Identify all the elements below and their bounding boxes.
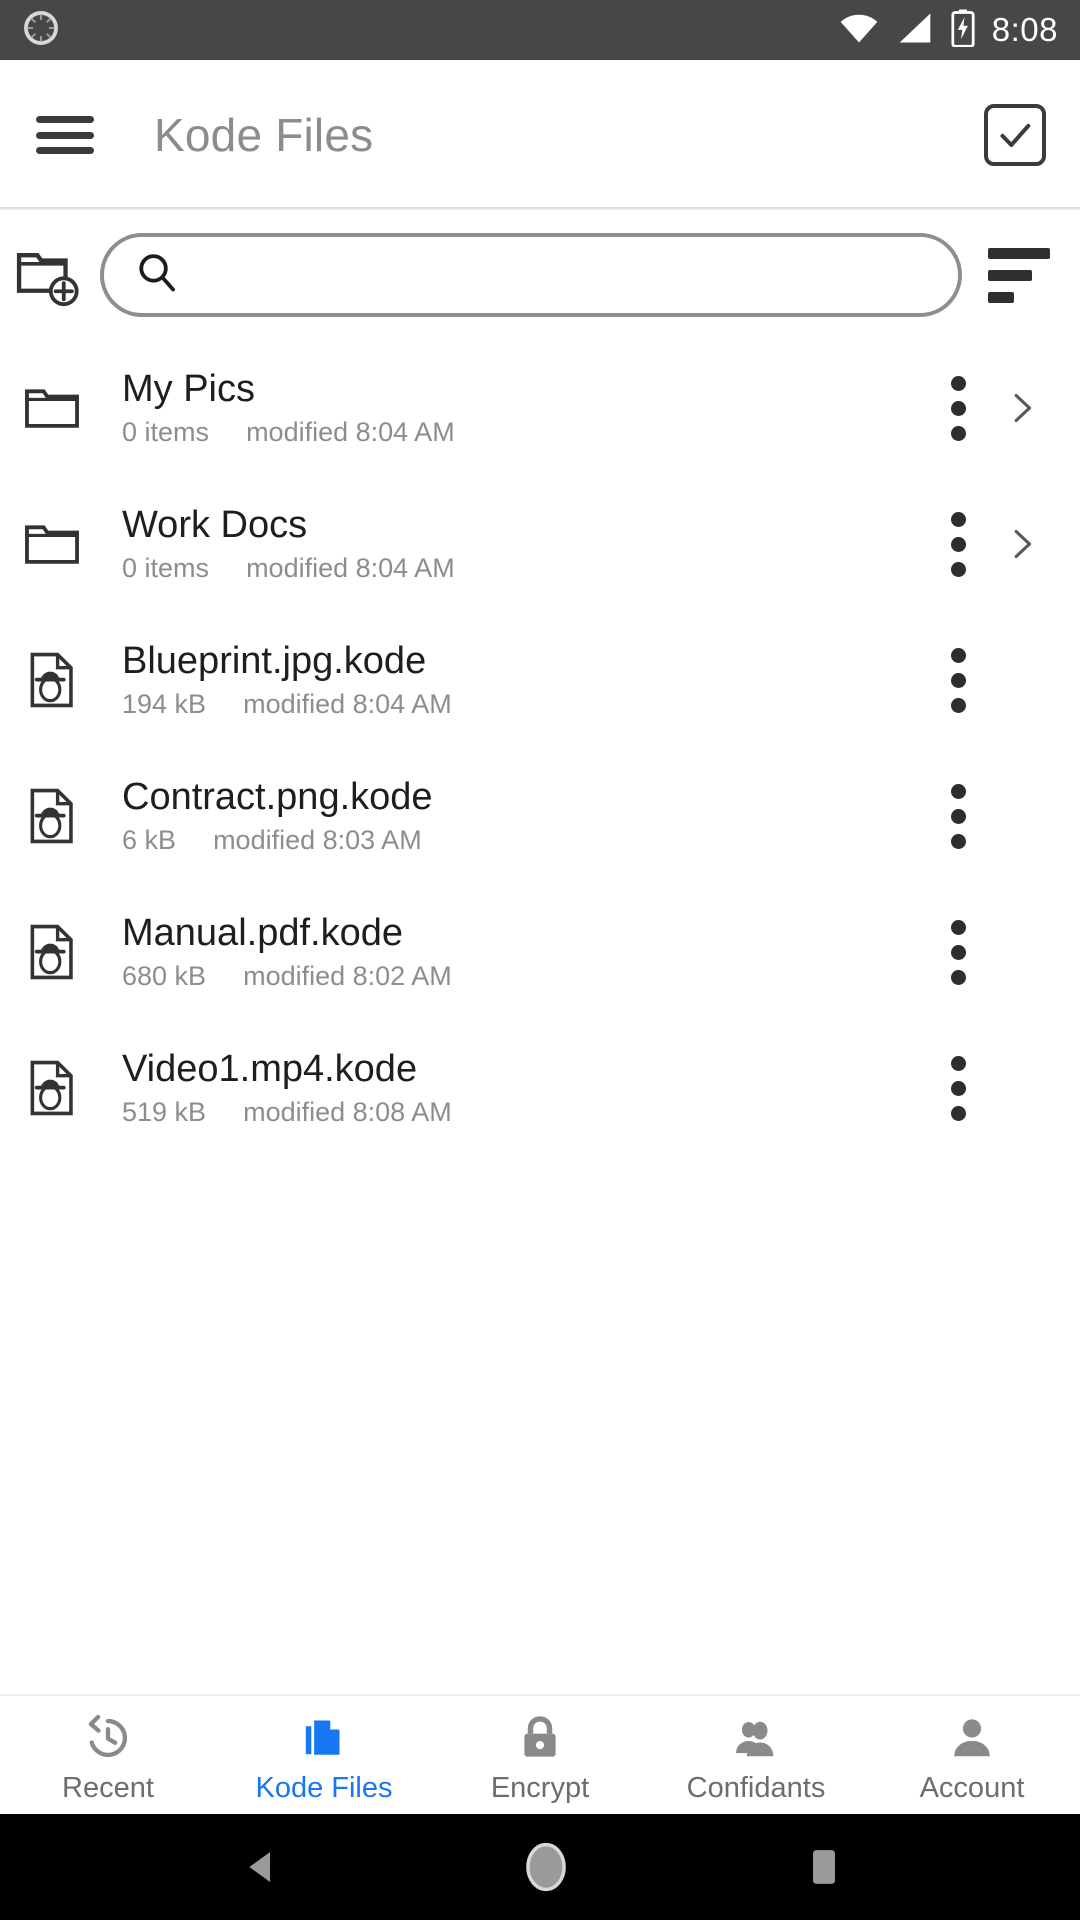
tab-account-label: Account (919, 1771, 1025, 1804)
list-item-meta: 0 items modified 8:04 AM (122, 554, 926, 582)
list-item-size: 194 kB (122, 688, 207, 719)
list-item-modified: modified 8:03 AM (213, 824, 422, 855)
status-bar-right: 8:08 (838, 9, 1058, 52)
chevron-right-icon[interactable] (990, 388, 1054, 428)
person-icon (946, 1708, 998, 1764)
android-recents-icon[interactable] (807, 1845, 841, 1889)
overflow-menu-icon[interactable] (926, 511, 990, 577)
list-item-meta: 519 kB modified 8:08 AM (122, 1098, 926, 1126)
status-bar: 8:08 (0, 0, 1080, 60)
tab-confidants-label: Confidants (686, 1771, 826, 1804)
encrypted-file-icon (14, 923, 90, 981)
list-item-size: 0 items (122, 552, 210, 583)
app-bar: Kode Files (0, 60, 1080, 211)
list-item[interactable]: Contract.png.kode 6 kB modified 8:03 AM (0, 748, 1080, 884)
history-clock-icon (82, 1708, 134, 1764)
list-item-text: My Pics 0 items modified 8:04 AM (122, 370, 926, 446)
list-item-size: 6 kB (122, 824, 177, 855)
overflow-menu-icon[interactable] (926, 783, 990, 849)
list-item-modified: modified 8:04 AM (246, 552, 455, 583)
cell-signal-icon (896, 11, 934, 50)
page-title: Kode Files (154, 109, 374, 161)
list-item-text: Manual.pdf.kode 680 kB modified 8:02 AM (122, 914, 926, 990)
list-item-meta: 6 kB modified 8:03 AM (122, 826, 926, 854)
list-item-meta: 0 items modified 8:04 AM (122, 418, 926, 446)
tab-kode-files-label: Kode Files (255, 1771, 393, 1804)
list-item-name: Contract.png.kode (122, 777, 433, 818)
chevron-right-icon[interactable] (990, 524, 1054, 564)
status-bar-left (22, 9, 60, 52)
list-item-size: 0 items (122, 416, 210, 447)
new-folder-icon[interactable] (12, 240, 82, 310)
tab-encrypt[interactable]: Encrypt (432, 1696, 648, 1814)
file-list: My Pics 0 items modified 8:04 AM Work Do… (0, 340, 1080, 1694)
search-icon (134, 250, 180, 301)
android-back-icon[interactable] (239, 1844, 285, 1890)
people-icon (730, 1708, 782, 1764)
list-item-name: Work Docs (122, 505, 308, 546)
overflow-menu-icon[interactable] (926, 919, 990, 985)
list-item[interactable]: Blueprint.jpg.kode 194 kB modified 8:04 … (0, 612, 1080, 748)
list-item-text: Blueprint.jpg.kode 194 kB modified 8:04 … (122, 642, 926, 718)
list-item-text: Work Docs 0 items modified 8:04 AM (122, 506, 926, 582)
app-progress-icon (22, 9, 60, 52)
encrypted-file-icon (14, 787, 90, 845)
android-navigation-bar (0, 1814, 1080, 1920)
overflow-menu-icon[interactable] (926, 1055, 990, 1121)
list-item-modified: modified 8:02 AM (243, 960, 452, 991)
list-item-text: Contract.png.kode 6 kB modified 8:03 AM (122, 778, 926, 854)
status-bar-clock: 8:08 (991, 11, 1058, 48)
list-item-modified: modified 8:04 AM (246, 416, 455, 447)
list-item-meta: 680 kB modified 8:02 AM (122, 962, 926, 990)
search-toolbar (0, 210, 1080, 340)
select-all-checkbox-icon[interactable] (984, 104, 1046, 166)
tab-recent[interactable]: Recent (0, 1696, 216, 1814)
tab-encrypt-label: Encrypt (490, 1771, 590, 1804)
documents-stack-icon (298, 1708, 350, 1764)
list-item-size: 519 kB (122, 1096, 207, 1127)
list-item-meta: 194 kB modified 8:04 AM (122, 690, 926, 718)
list-item-text: Video1.mp4.kode 519 kB modified 8:08 AM (122, 1050, 926, 1126)
encrypted-file-icon (14, 651, 90, 709)
list-item[interactable]: My Pics 0 items modified 8:04 AM (0, 340, 1080, 476)
list-item-size: 680 kB (122, 960, 207, 991)
folder-icon (14, 377, 90, 439)
wifi-icon (838, 11, 880, 50)
list-item-name: Video1.mp4.kode (122, 1049, 418, 1090)
hamburger-menu-icon[interactable] (34, 111, 96, 159)
tab-recent-label: Recent (62, 1771, 154, 1804)
list-item[interactable]: Manual.pdf.kode 680 kB modified 8:02 AM (0, 884, 1080, 1020)
list-item[interactable]: Work Docs 0 items modified 8:04 AM (0, 476, 1080, 612)
list-item-modified: modified 8:08 AM (243, 1096, 452, 1127)
tab-confidants[interactable]: Confidants (648, 1696, 864, 1814)
bottom-navigation: Recent Kode Files Encrypt Confidants Acc… (0, 1694, 1080, 1814)
search-input[interactable] (202, 237, 928, 313)
battery-charging-icon (950, 9, 976, 52)
encrypted-file-icon (14, 1059, 90, 1117)
list-item-name: Manual.pdf.kode (122, 913, 403, 954)
android-home-icon[interactable] (522, 1839, 570, 1895)
list-item-modified: modified 8:04 AM (243, 688, 452, 719)
sort-icon[interactable] (984, 240, 1054, 310)
list-item-name: My Pics (122, 369, 255, 410)
tab-kode-files[interactable]: Kode Files (216, 1696, 432, 1814)
lock-icon (514, 1708, 566, 1764)
folder-icon (14, 513, 90, 575)
search-field[interactable] (100, 233, 962, 317)
overflow-menu-icon[interactable] (926, 375, 990, 441)
tab-account[interactable]: Account (864, 1696, 1080, 1814)
overflow-menu-icon[interactable] (926, 647, 990, 713)
list-item[interactable]: Video1.mp4.kode 519 kB modified 8:08 AM (0, 1020, 1080, 1156)
list-item-name: Blueprint.jpg.kode (122, 641, 427, 682)
